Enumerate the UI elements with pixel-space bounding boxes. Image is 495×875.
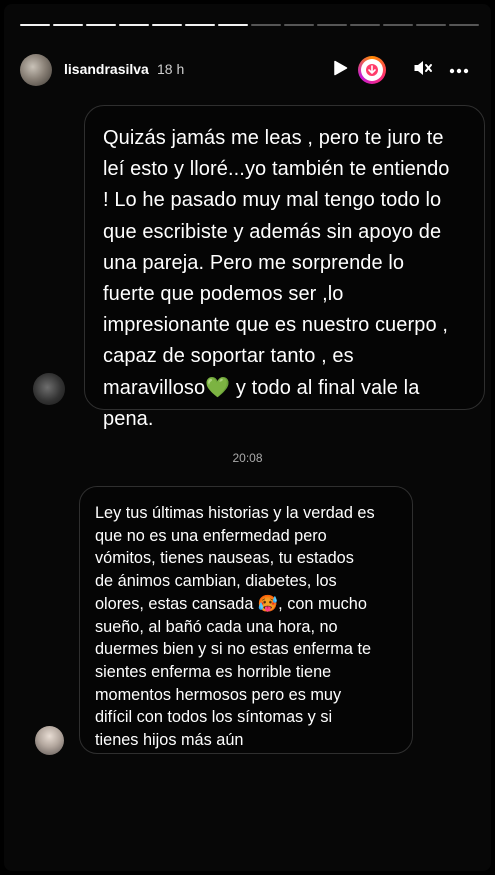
progress-segment	[119, 24, 149, 26]
message-line: maravilloso💚 y todo al final vale la	[103, 376, 420, 399]
progress-segment	[152, 24, 182, 26]
message-line: duermes bien y si no estas enferma te	[95, 640, 372, 659]
message-line: capaz de soportar tanto , es	[103, 345, 354, 368]
avatar[interactable]	[20, 54, 52, 86]
message-bubble: Quizás jamás me leas , pero te juro te l…	[84, 105, 485, 430]
sticker-button[interactable]	[356, 54, 388, 86]
message-line: leí esto y lloré...yo también te entiend…	[103, 158, 450, 181]
message-line: de ánimos cambian, diabetes, los	[95, 572, 337, 591]
message-bubble: Ley tus últimas historias y la verdad es…	[79, 486, 413, 754]
message-line: que escribiste y además sin apoyo de	[103, 220, 442, 243]
progress-segment	[350, 24, 380, 26]
message-line: difícil con todos los síntomas y si	[95, 708, 333, 727]
play-button[interactable]	[324, 54, 356, 86]
progress-segment	[284, 24, 314, 26]
more-options-button[interactable]	[443, 54, 475, 86]
more-icon	[449, 61, 469, 79]
message-line: momentos hermosos pero es muy	[95, 685, 342, 704]
message-line: Ley tus últimas historias y la verdad es	[95, 504, 375, 522]
message-timestamp: 20:08	[232, 451, 263, 465]
message-line: pena.	[103, 407, 154, 430]
play-icon	[333, 60, 348, 81]
message-line: sueño, al bañó cada una hora, no	[95, 617, 338, 636]
message-line: que no es una enfermedad pero	[95, 526, 327, 545]
message-line: impresionante que es nuestro cuerpo ,	[103, 314, 449, 337]
sender-avatar	[35, 726, 64, 755]
progress-segment	[317, 24, 347, 26]
username[interactable]: lisandrasilva	[64, 61, 149, 77]
message-line: ! Lo he pasado muy mal tengo todo lo	[103, 189, 442, 212]
story-frame: lisandrasilva 18 h Quizás jamás me leas …	[4, 4, 491, 871]
sticker-icon	[358, 56, 386, 84]
message-line: olores, estas cansada 🥵, con mucho	[95, 594, 367, 613]
progress-segment	[416, 24, 446, 26]
progress-segment	[218, 24, 248, 26]
progress-segment	[449, 24, 479, 26]
message-line: Quizás jamás me leas , pero te juro te	[103, 127, 444, 149]
story-progress-bar	[20, 24, 479, 27]
progress-segment	[185, 24, 215, 26]
message-line: fuerte que podemos ser ,lo	[103, 283, 344, 306]
mute-button[interactable]	[407, 54, 439, 86]
message-line: tienes hijos más aún	[95, 731, 244, 750]
progress-segment	[383, 24, 413, 26]
progress-segment	[86, 24, 116, 26]
sender-avatar	[33, 373, 65, 405]
message-line: una pareja. Pero me sorprende lo	[103, 251, 405, 274]
progress-segment	[251, 24, 281, 26]
post-time: 18 h	[157, 61, 185, 77]
story-header: lisandrasilva 18 h	[20, 50, 479, 90]
message-line: vómitos, tienes nauseas, tu estados	[95, 549, 354, 568]
progress-segment	[20, 24, 50, 26]
mute-icon	[413, 59, 433, 82]
message-line: sientes enferma es horrible tiene	[95, 662, 332, 681]
progress-segment	[53, 24, 83, 26]
